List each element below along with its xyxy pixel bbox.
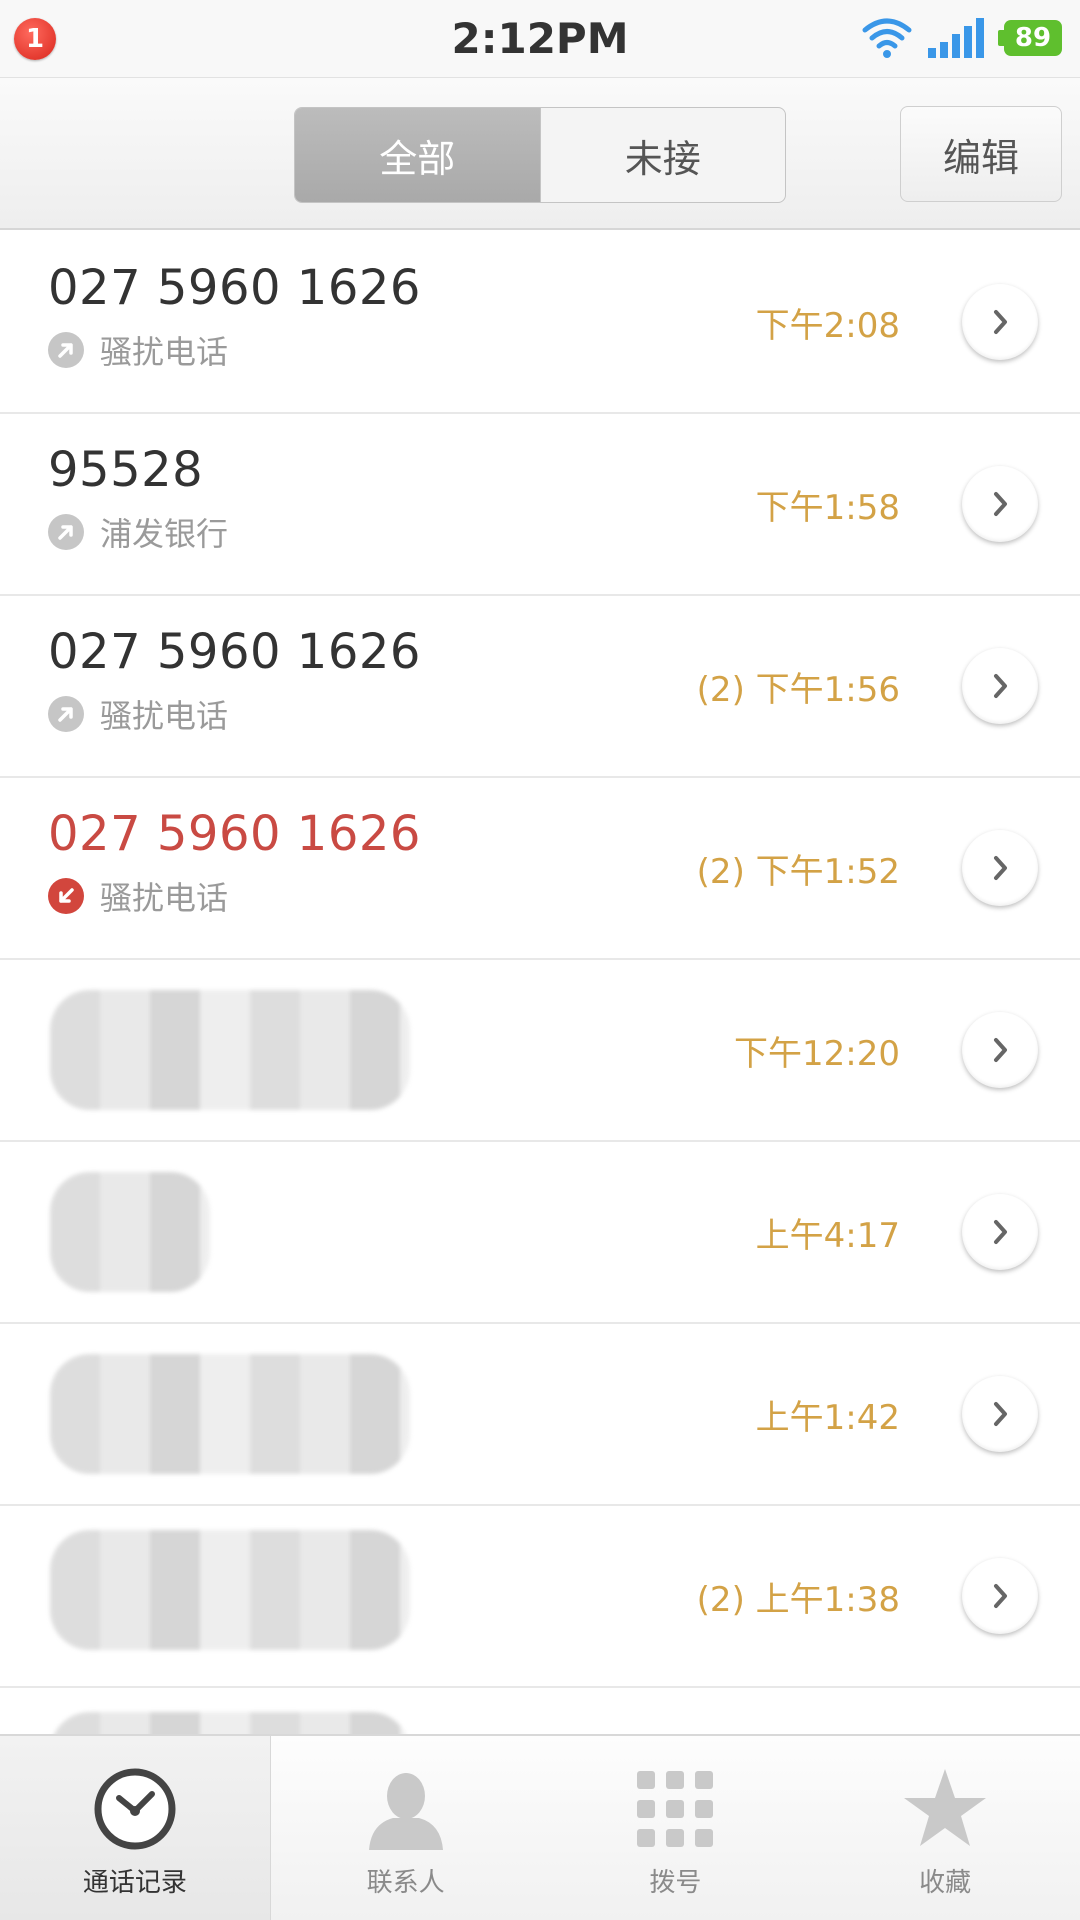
call-label: 骚扰电话 xyxy=(100,697,229,735)
status-bar: 1 2:12PM 89 xyxy=(0,0,1080,77)
chevron-right-icon xyxy=(994,1220,1007,1244)
call-time: 下午12:20 xyxy=(734,1034,900,1074)
call-detail-button[interactable] xyxy=(962,1376,1038,1452)
nav-tab-favorites[interactable]: 收藏 xyxy=(810,1736,1080,1920)
call-label: 骚扰电话 xyxy=(100,333,229,371)
missed-call-icon xyxy=(48,878,84,914)
call-row[interactable]: 上午4:17 xyxy=(0,1142,1080,1324)
toolbar: 全部 未接 编辑 xyxy=(0,77,1080,230)
star-icon xyxy=(904,1769,987,1846)
tab-missed[interactable]: 未接 xyxy=(541,108,786,202)
tab-all[interactable]: 全部 xyxy=(295,108,541,202)
person-icon xyxy=(368,1773,443,1850)
wifi-icon xyxy=(862,18,912,58)
call-label: 骚扰电话 xyxy=(100,879,229,917)
call-row[interactable]: 下午12:20 xyxy=(0,960,1080,1142)
call-detail-button[interactable] xyxy=(962,830,1038,906)
nav-tab-contacts[interactable]: 联系人 xyxy=(271,1736,541,1920)
call-time: (2) 下午1:56 xyxy=(696,670,900,710)
outgoing-call-icon xyxy=(48,514,84,550)
call-time: 下午1:58 xyxy=(755,488,900,528)
redacted-contact xyxy=(50,1530,410,1650)
chevron-right-icon xyxy=(994,1038,1007,1062)
bottom-nav: 通话记录 联系人 拨号 收藏 xyxy=(0,1734,1080,1920)
call-detail-button[interactable] xyxy=(962,1558,1038,1634)
edit-button[interactable]: 编辑 xyxy=(900,106,1062,202)
nav-label: 拨号 xyxy=(649,1868,702,1898)
nav-label: 联系人 xyxy=(366,1868,445,1898)
call-label: 浦发银行 xyxy=(100,515,229,553)
call-row[interactable]: 95528 浦发银行 下午1:58 xyxy=(0,414,1080,596)
redacted-contact xyxy=(50,1172,210,1292)
chevron-right-icon xyxy=(994,1402,1007,1426)
nav-label: 通话记录 xyxy=(82,1868,187,1898)
redacted-contact xyxy=(50,990,410,1110)
clock-icon xyxy=(94,1768,176,1850)
filter-segmented-control: 全部 未接 xyxy=(294,107,786,203)
call-number: 027 5960 1626 xyxy=(48,260,421,316)
signal-icon xyxy=(928,18,984,58)
redacted-contact xyxy=(50,1712,410,1734)
outgoing-call-icon xyxy=(48,332,84,368)
battery-indicator: 89 xyxy=(1004,20,1062,56)
status-time: 2:12PM xyxy=(451,14,629,63)
chevron-right-icon xyxy=(994,856,1007,880)
call-row[interactable]: 027 5960 1626 骚扰电话 (2) 下午1:52 xyxy=(0,778,1080,960)
call-time: 下午2:08 xyxy=(755,306,900,346)
redacted-contact xyxy=(50,1354,410,1474)
call-number: 95528 xyxy=(48,442,204,498)
call-time: 上午4:17 xyxy=(755,1216,900,1256)
call-number: 027 5960 1626 xyxy=(48,806,421,862)
call-detail-button[interactable] xyxy=(962,466,1038,542)
chevron-right-icon xyxy=(994,674,1007,698)
call-row[interactable] xyxy=(0,1688,1080,1734)
call-detail-button[interactable] xyxy=(962,648,1038,724)
call-detail-button[interactable] xyxy=(962,284,1038,360)
dialpad-icon xyxy=(637,1771,714,1847)
call-row[interactable]: (2) 上午1:38 xyxy=(0,1506,1080,1688)
call-time: (2) 下午1:52 xyxy=(696,852,900,892)
call-log-list: 027 5960 1626 骚扰电话 下午2:08 95528 浦发银行 下午1… xyxy=(0,232,1080,1734)
call-detail-button[interactable] xyxy=(962,1194,1038,1270)
nav-tab-dialpad[interactable]: 拨号 xyxy=(541,1736,811,1920)
call-detail-button[interactable] xyxy=(962,1012,1038,1088)
nav-label: 收藏 xyxy=(919,1868,972,1898)
nav-tab-call-log[interactable]: 通话记录 xyxy=(0,1736,271,1920)
call-row[interactable]: 上午1:42 xyxy=(0,1324,1080,1506)
call-number: 027 5960 1626 xyxy=(48,624,421,680)
chevron-right-icon xyxy=(994,310,1007,334)
call-time: (2) 上午1:38 xyxy=(696,1580,900,1620)
chevron-right-icon xyxy=(994,492,1007,516)
call-row[interactable]: 027 5960 1626 骚扰电话 (2) 下午1:56 xyxy=(0,596,1080,778)
outgoing-call-icon xyxy=(48,696,84,732)
call-time: 上午1:42 xyxy=(755,1398,900,1438)
chevron-right-icon xyxy=(994,1584,1007,1608)
call-row[interactable]: 027 5960 1626 骚扰电话 下午2:08 xyxy=(0,232,1080,414)
